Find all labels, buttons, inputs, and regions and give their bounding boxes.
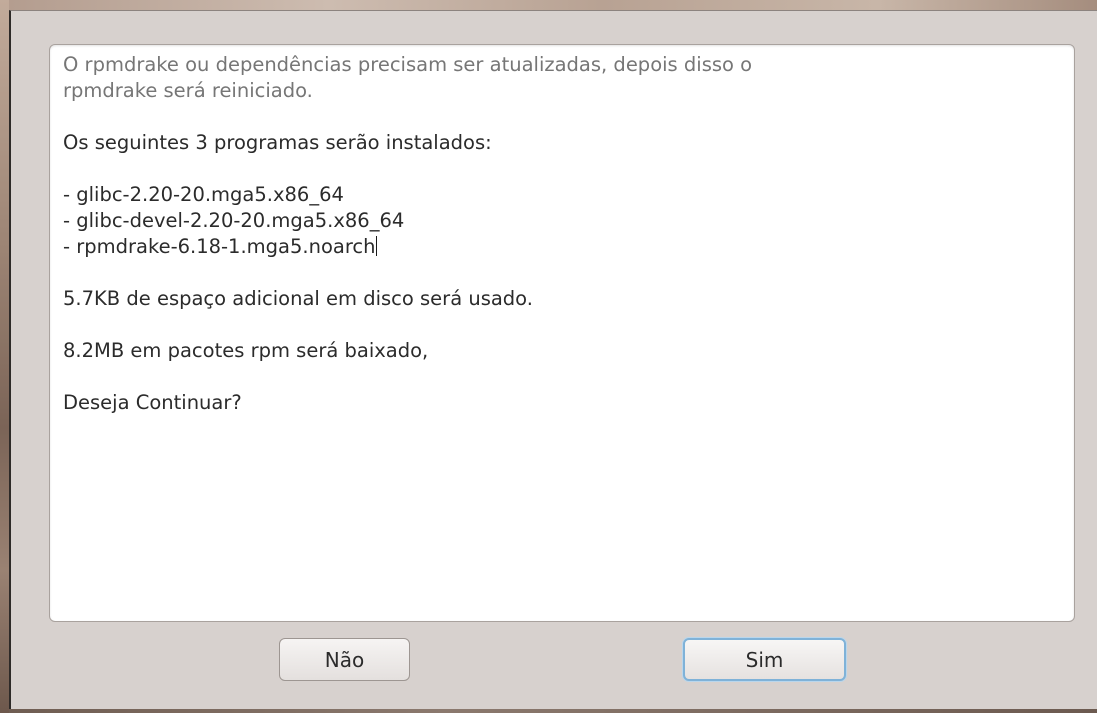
package-item: - glibc-2.20-20.mga5.x86_64: [63, 182, 1064, 208]
package-item: - rpmdrake-6.18-1.mga5.noarch: [63, 234, 1064, 260]
download-size-text: 8.2MB em pacotes rpm será baixado,: [63, 339, 429, 362]
desktop-background-left: [0, 0, 9, 713]
message-text-area: O rpmdrake ou dependências precisam ser …: [49, 44, 1075, 622]
text-cursor: [375, 236, 377, 256]
install-intro-text: Os seguintes 3 programas serão instalado…: [63, 131, 492, 154]
yes-button-label: Sim: [745, 647, 784, 672]
no-button-label: Não: [324, 647, 365, 672]
desktop-background-bottom: [9, 709, 1097, 713]
package-name: - rpmdrake-6.18-1.mga5.noarch: [63, 235, 376, 258]
package-list: - glibc-2.20-20.mga5.x86_64 - glibc-deve…: [63, 182, 1064, 260]
header-text-line-2: rpmdrake será reiniciado.: [63, 79, 313, 102]
desktop-background-top: [0, 0, 1097, 10]
package-name: - glibc-devel-2.20-20.mga5.x86_64: [63, 209, 405, 232]
confirmation-dialog: O rpmdrake ou dependências precisam ser …: [9, 10, 1097, 713]
package-name: - glibc-2.20-20.mga5.x86_64: [63, 183, 344, 206]
yes-button[interactable]: Sim: [683, 638, 846, 681]
question-text: Deseja Continuar?: [63, 391, 242, 414]
package-item: - glibc-devel-2.20-20.mga5.x86_64: [63, 208, 1064, 234]
disk-space-text: 5.7KB de espaço adicional em disco será …: [63, 287, 533, 310]
header-text-line-1: O rpmdrake ou dependências precisam ser …: [63, 53, 753, 76]
no-button[interactable]: Não: [279, 638, 410, 681]
